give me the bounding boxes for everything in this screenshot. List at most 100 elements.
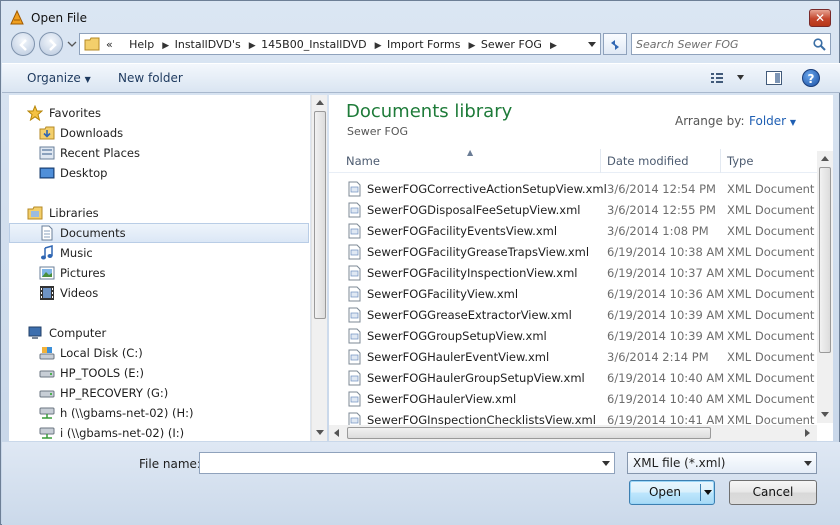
file-date: 3/6/2014 12:54 PM	[607, 182, 716, 196]
file-row[interactable]: SewerFOGGroupSetupView.xml 6/19/2014 10:3…	[329, 326, 819, 347]
close-button[interactable]: ✕	[809, 9, 831, 27]
xml-file-icon	[348, 328, 361, 344]
file-date: 6/19/2014 10:39 AM	[607, 308, 725, 322]
recent-locations-dropdown-icon[interactable]	[67, 40, 77, 48]
forward-button[interactable]	[39, 32, 63, 56]
file-type: XML Document	[727, 350, 815, 364]
address-bar[interactable]: « Help ▶ InstallDVD's ▶ 145B00_InstallDVD ▶…	[79, 33, 601, 55]
file-name: SewerFOGFacilityInspectionView.xml	[367, 266, 578, 280]
file-name-input[interactable]	[204, 455, 584, 471]
new-folder-button[interactable]: New folder	[118, 71, 183, 85]
organize-button[interactable]: Organize ▼	[27, 71, 91, 85]
column-header-date[interactable]: Date modified	[607, 154, 689, 168]
preview-pane-button[interactable]	[766, 71, 782, 85]
file-list-vertical-scrollbar[interactable]	[817, 151, 833, 423]
forward-arrow-icon	[49, 39, 57, 51]
refresh-button[interactable]	[603, 33, 627, 55]
recent-places-icon	[39, 146, 55, 160]
search-input[interactable]	[636, 36, 806, 52]
scrollbar-thumb[interactable]	[314, 111, 326, 319]
sidebar-group-favorites[interactable]: Favorites	[9, 103, 309, 123]
desktop-icon	[39, 167, 55, 179]
help-button[interactable]: ?	[802, 69, 820, 87]
back-button[interactable]	[11, 32, 35, 56]
views-button[interactable]	[711, 72, 745, 87]
file-row[interactable]: SewerFOGDisposalFeeSetupView.xml 3/6/2014…	[329, 200, 819, 221]
navigation-row: « Help ▶ InstallDVD's ▶ 145B00_InstallDVD ▶…	[9, 31, 831, 57]
chevron-down-icon[interactable]	[704, 490, 712, 496]
file-row[interactable]: SewerFOGFacilityEventsView.xml 3/6/2014 1…	[329, 221, 819, 242]
sidebar-item-drive-i[interactable]: i (\\gbams-net-02) (I:)	[9, 423, 309, 441]
column-divider[interactable]	[600, 149, 601, 173]
sidebar-item-drive-e[interactable]: HP_TOOLS (E:)	[9, 363, 309, 383]
file-row[interactable]: SewerFOGHaulerGroupSetupView.xml 6/19/201…	[329, 368, 819, 389]
arrange-by-dropdown[interactable]: Folder ▼	[749, 114, 796, 128]
file-row[interactable]: SewerFOGCorrectiveActionSetupView.xml 3/6…	[329, 179, 819, 200]
breadcrumb-item[interactable]: 145B00_InstallDVD	[261, 38, 366, 51]
sidebar-item-music[interactable]: Music	[9, 243, 309, 263]
file-type: XML Document	[727, 203, 815, 217]
search-icon[interactable]	[813, 38, 826, 51]
file-type: XML Document	[727, 308, 815, 322]
xml-file-icon	[348, 223, 361, 239]
drive-icon	[39, 370, 55, 378]
sidebar-label: HP_TOOLS (E:)	[60, 366, 144, 380]
column-header-type[interactable]: Type	[727, 154, 753, 168]
sidebar-group-libraries[interactable]: Libraries	[9, 203, 309, 223]
column-divider[interactable]	[720, 149, 721, 173]
chevron-down-icon[interactable]	[602, 461, 610, 467]
scroll-up-icon[interactable]	[316, 100, 324, 105]
file-type: XML Document	[727, 329, 815, 343]
chevron-right-icon[interactable]: ▶	[550, 41, 557, 51]
sidebar-item-drive-g[interactable]: HP_RECOVERY (G:)	[9, 383, 309, 403]
open-button[interactable]: Open	[629, 480, 715, 505]
scroll-down-icon[interactable]	[316, 430, 324, 435]
chevron-right-icon[interactable]: ▶	[375, 41, 382, 51]
breadcrumb-item[interactable]: Import Forms	[387, 38, 460, 51]
scroll-left-icon[interactable]	[334, 429, 339, 437]
file-list-horizontal-scrollbar[interactable]	[329, 425, 817, 441]
file-row[interactable]: SewerFOGFacilityView.xml 6/19/2014 10:36 …	[329, 284, 819, 305]
xml-file-icon	[348, 181, 361, 197]
sidebar-label: Favorites	[49, 106, 101, 120]
sidebar-group-computer[interactable]: Computer	[9, 323, 309, 343]
sidebar-item-videos[interactable]: Videos	[9, 283, 309, 303]
breadcrumb-overflow[interactable]: «	[106, 38, 113, 51]
sidebar-item-pictures[interactable]: Pictures	[9, 263, 309, 283]
sidebar-item-desktop[interactable]: Desktop	[9, 163, 309, 183]
file-name-field[interactable]	[199, 452, 615, 474]
breadcrumb-item[interactable]: Help	[129, 38, 154, 51]
scrollbar-thumb[interactable]	[819, 167, 831, 353]
chevron-down-icon[interactable]	[588, 42, 596, 48]
file-type-filter-select[interactable]: XML file (*.xml)	[627, 452, 817, 474]
arrange-by-label: Arrange by:	[675, 114, 745, 128]
dialog-footer: File name: XML file (*.xml) Open Cancel	[2, 442, 840, 525]
navigation-pane-scrollbar[interactable]	[311, 95, 327, 441]
file-row[interactable]: SewerFOGHaulerView.xml 6/19/2014 10:40 AM…	[329, 389, 819, 410]
cancel-button[interactable]: Cancel	[729, 480, 817, 505]
chevron-right-icon[interactable]: ▶	[162, 41, 169, 51]
breadcrumb-item[interactable]: Sewer FOG	[481, 38, 542, 51]
file-row[interactable]: SewerFOGHaulerEventView.xml 3/6/2014 2:14…	[329, 347, 819, 368]
file-row[interactable]: SewerFOGFacilityInspectionView.xml 6/19/2…	[329, 263, 819, 284]
chevron-right-icon[interactable]: ▶	[468, 41, 475, 51]
sidebar-item-documents[interactable]: Documents	[9, 223, 309, 243]
sidebar-item-drive-h[interactable]: h (\\gbams-net-02) (H:)	[9, 403, 309, 423]
file-name: SewerFOGDisposalFeeSetupView.xml	[367, 203, 581, 217]
file-name-label: File name:	[139, 457, 201, 471]
search-box[interactable]	[631, 33, 831, 55]
scroll-down-icon[interactable]	[821, 412, 829, 417]
sidebar-item-downloads[interactable]: Downloads	[9, 123, 309, 143]
chevron-right-icon[interactable]: ▶	[249, 41, 256, 51]
breadcrumb: « Help ▶ InstallDVD's ▶ 145B00_InstallDVD ▶…	[106, 38, 559, 51]
views-list-icon	[711, 73, 744, 83]
file-row[interactable]: SewerFOGGreaseExtractorView.xml 6/19/2014…	[329, 305, 819, 326]
scroll-up-icon[interactable]	[821, 156, 829, 161]
scroll-right-icon[interactable]	[805, 429, 810, 437]
file-row[interactable]: SewerFOGFacilityGreaseTrapsView.xml 6/19/…	[329, 242, 819, 263]
breadcrumb-item[interactable]: InstallDVD's	[175, 38, 241, 51]
sidebar-item-drive-c[interactable]: Local Disk (C:)	[9, 343, 309, 363]
sidebar-item-recent-places[interactable]: Recent Places	[9, 143, 309, 163]
column-header-name[interactable]: Name	[346, 154, 380, 168]
scrollbar-thumb[interactable]	[347, 427, 711, 439]
